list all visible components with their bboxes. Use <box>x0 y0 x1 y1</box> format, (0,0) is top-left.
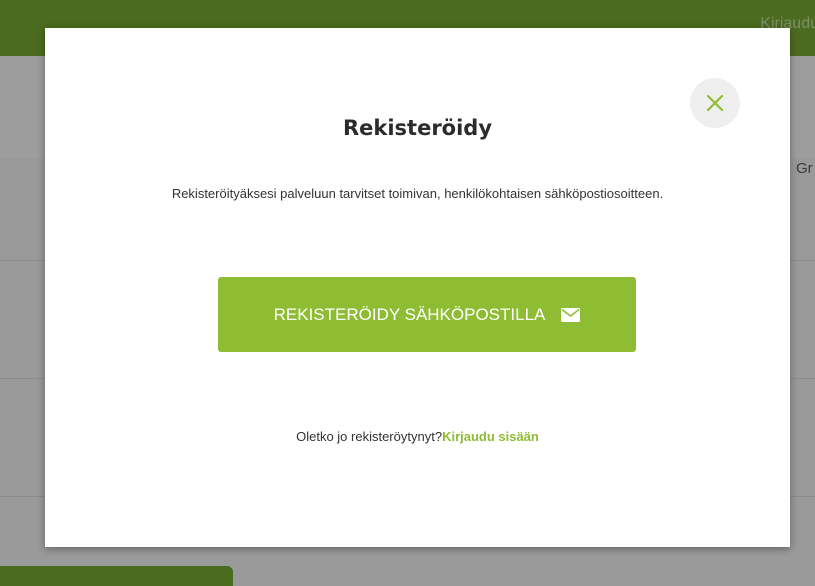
modal-title: Rekisteröidy <box>342 116 493 140</box>
background-subheader-text: Gr <box>796 160 813 177</box>
already-registered-label: Oletko jo rekisteröytynyt? <box>296 429 443 444</box>
modal-description: Rekisteröityäksesi palveluun tarvitset t… <box>171 186 664 201</box>
already-registered-text: Oletko jo rekisteröytynyt?Kirjaudu sisää… <box>45 429 790 444</box>
envelope-icon <box>561 307 581 322</box>
register-email-button[interactable]: REKISTERÖIDY SÄHKÖPOSTILLA <box>218 277 636 352</box>
close-icon <box>706 94 724 112</box>
background-bottom-button <box>0 566 233 586</box>
register-modal: Rekisteröidy Rekisteröityäksesi palveluu… <box>45 28 790 547</box>
login-link[interactable]: Kirjaudu sisään <box>442 429 539 444</box>
register-email-button-label: REKISTERÖIDY SÄHKÖPOSTILLA <box>273 304 546 324</box>
